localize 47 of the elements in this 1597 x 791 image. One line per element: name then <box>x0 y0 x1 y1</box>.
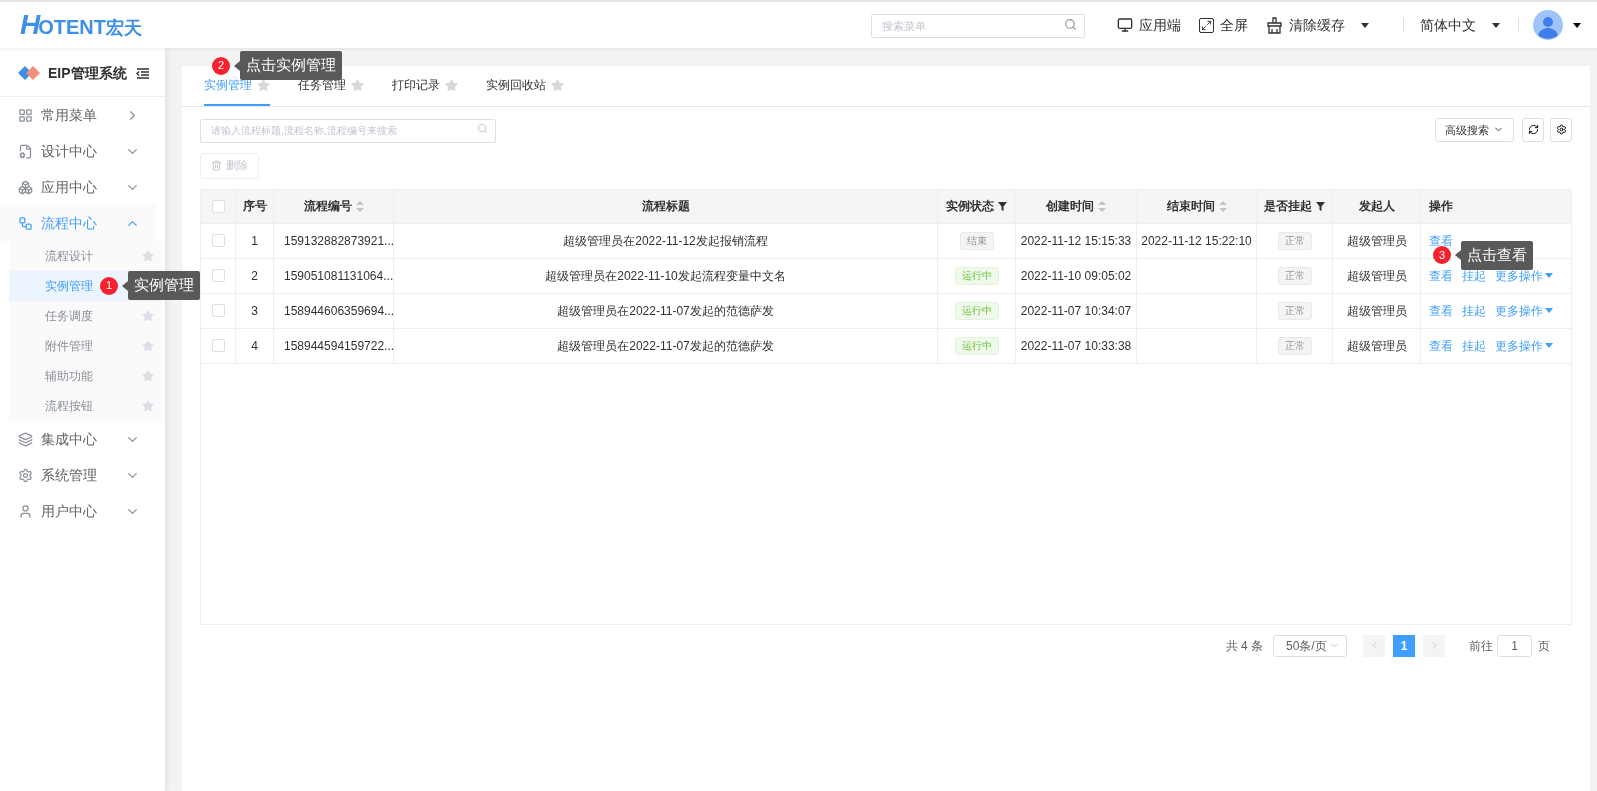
table-cell-text: 3 <box>251 302 258 320</box>
status-tag: 结束 <box>959 231 994 250</box>
column-header: 结束时间 <box>1166 198 1215 215</box>
table-cell-text: 2022-11-10 09:05:02 <box>1020 267 1132 285</box>
step-badge: 2 <box>212 56 230 75</box>
table-cell-text: 158944594159722... <box>284 337 395 355</box>
table-cell-text: 超级管理员在2022-11-12发起报销流程 <box>563 232 768 250</box>
table-cell-text: 2022-11-07 10:33:38 <box>1020 337 1132 355</box>
callout-tooltip: 点击实例管理 <box>240 51 342 80</box>
status-tag: 运行中 <box>954 266 999 285</box>
table-cell-text: 158944606359694... <box>284 302 395 320</box>
column-header: 是否挂起 <box>1264 198 1312 215</box>
status-tag: 运行中 <box>954 301 999 320</box>
table-cell-text: 超级管理员 <box>1346 302 1407 320</box>
suspend-tag: 正常 <box>1277 266 1312 285</box>
table-cell-text: 超级管理员在2022-11-07发起的范德萨发 <box>557 337 774 355</box>
suspend-tag: 正常 <box>1277 231 1312 250</box>
status-tag: 运行中 <box>954 336 999 355</box>
table-cell-text: 超级管理员 <box>1346 232 1407 250</box>
column-header: 序号 <box>242 198 267 215</box>
table-cell-text: 159132882873921... <box>284 232 395 250</box>
column-header: 发起人 <box>1358 198 1395 215</box>
table-cell-text: 2022-11-12 15:15:33 <box>1020 232 1132 250</box>
table-cell-text: 超级管理员在2022-11-07发起的范德萨发 <box>557 302 774 320</box>
column-header: 创建时间 <box>1046 198 1094 215</box>
column-header: 流程编号 <box>303 198 352 215</box>
table-cell-text: 超级管理员 <box>1346 337 1407 355</box>
suspend-tag: 正常 <box>1277 301 1312 320</box>
goto-label: 前往 <box>1469 637 1493 655</box>
table-cell-text: 超级管理员在2022-11-10发起流程变量中文名 <box>545 267 786 285</box>
callout-tooltip: 点击查看 <box>1461 240 1533 270</box>
table-cell-text: 2 <box>251 267 258 285</box>
suspend-tag: 正常 <box>1277 336 1312 355</box>
table-cell-text: 2022-11-07 10:34:07 <box>1020 302 1132 320</box>
table-cell-text: 超级管理员 <box>1346 267 1407 285</box>
table-cell-text: 4 <box>251 337 258 355</box>
table-cell-text: 2022-11-12 15:22:10 <box>1141 232 1252 250</box>
step-badge: 3 <box>1433 246 1451 264</box>
total-count: 共 4 条 <box>1225 637 1263 655</box>
column-header: 流程标题 <box>641 198 690 215</box>
goto-unit: 页 <box>1538 637 1550 655</box>
table-cell-text: 159051081131064... <box>284 267 394 285</box>
table-cell-text: 1 <box>251 232 258 250</box>
column-header: 操作 <box>1429 198 1453 215</box>
system-title: EIP管理系统 <box>48 63 127 83</box>
column-header: 实例状态 <box>946 198 994 215</box>
callout-tooltip: 实例管理 <box>128 271 200 300</box>
